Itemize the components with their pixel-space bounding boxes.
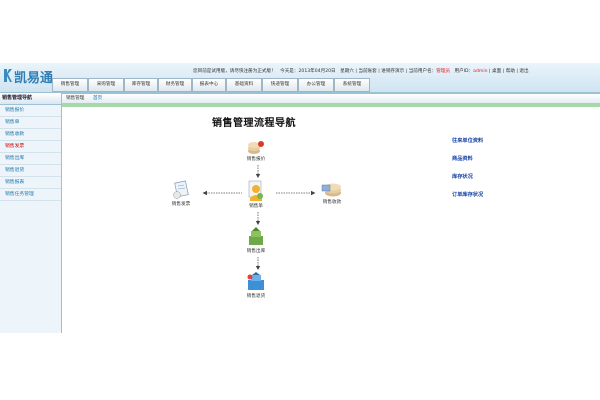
brand-name: 凯易通 <box>14 71 54 86</box>
sidebar-item-sales-return[interactable]: 销售退货 <box>0 165 61 177</box>
logo: 凯易通 <box>2 66 54 88</box>
app-window: 凯易通 您目前是试用版，请尽快注册为正式版！ 今天是：2013年04月20日 星… <box>0 63 600 334</box>
sidebar-item-sales-invoice[interactable]: 销售发票 <box>0 141 61 153</box>
outbound-boxes-icon <box>249 227 263 245</box>
tab-inventory[interactable]: 库存管理 <box>124 78 158 92</box>
tab-office[interactable]: 办公管理 <box>298 78 334 92</box>
coins-receipt-icon <box>321 183 341 197</box>
link-partner-data[interactable]: 往来单位资料 <box>452 137 483 144</box>
trial-notice: 您目前是试用版，请尽快注册为正式版！ <box>193 69 276 74</box>
flow-label-sales-invoice: 销售发票 <box>171 202 191 207</box>
flow-node-sales-quote[interactable]: 销售报价 <box>238 139 274 162</box>
breadcrumb-home-link[interactable]: 首页 <box>93 94 102 103</box>
return-boxes-icon <box>247 272 264 290</box>
link-stock-status[interactable]: 库存状况 <box>452 173 473 180</box>
breadcrumb-section: 销售管理 <box>66 96 85 101</box>
tab-purchase[interactable]: 采购管理 <box>88 78 124 92</box>
tab-sales[interactable]: 销售管理 <box>52 78 88 92</box>
flow-node-sales-outbound[interactable]: 销售出库 <box>238 227 274 254</box>
sidebar-item-sales-quote[interactable]: 销售报价 <box>0 105 61 117</box>
top-status-bar: 您目前是试用版，请尽快注册为正式版！ 今天是：2013年04月20日 星期六 |… <box>193 69 529 74</box>
flow-node-sales-order[interactable]: 销售单 <box>238 180 274 209</box>
sidebar-title: 销售管理导航 <box>0 93 61 105</box>
invoice-document-icon <box>173 180 189 199</box>
flow-node-sales-invoice[interactable]: 销售发票 <box>163 180 199 207</box>
stack-coins-icon <box>248 141 264 154</box>
date-text: 今天是：2013年04月20日 <box>280 69 336 74</box>
link-order-stock-status[interactable]: 订单库存状况 <box>452 191 483 198</box>
main-content: 销售管理 首页 销售管理流程导航 销售报价 销售单 销售发票 销售收款 销售出库… <box>62 93 600 334</box>
sidebar-item-sales-report[interactable]: 销售报表 <box>0 177 61 189</box>
logo-icon <box>4 69 12 82</box>
flow-node-sales-return[interactable]: 销售退货 <box>238 272 274 299</box>
arrow-left-icon <box>202 190 242 196</box>
flow-label-sales-outbound: 销售出库 <box>246 249 266 254</box>
help-link[interactable]: 帮助 <box>506 69 515 74</box>
tab-finance[interactable]: 财务管理 <box>158 78 192 92</box>
tab-system[interactable]: 系统管理 <box>334 78 370 92</box>
current-user-label: 当前用户名： <box>408 69 437 74</box>
sidebar-item-sales-outbound[interactable]: 销售出库 <box>0 153 61 165</box>
sidebar: 销售管理导航 销售报价 销售单 销售收款 销售发票 销售出库 销售退货 销售报表… <box>0 93 62 333</box>
user-id-label: 用户ID： <box>454 69 474 74</box>
sales-order-icon <box>248 180 263 201</box>
link-product-data[interactable]: 商品资料 <box>452 155 473 162</box>
arrow-down-icon <box>255 165 261 178</box>
weekday-text: 星期六 <box>340 69 354 74</box>
flow-node-sales-receipt[interactable]: 销售收款 <box>314 180 350 205</box>
arrow-right-icon <box>276 190 316 196</box>
flow-label-sales-order: 销售单 <box>249 204 263 209</box>
flow-label-sales-receipt: 销售收款 <box>322 200 342 205</box>
desktop-link[interactable]: 桌面 <box>492 69 501 74</box>
flow-label-sales-return: 销售退货 <box>246 294 266 299</box>
tab-express[interactable]: 快递管理 <box>262 78 298 92</box>
header: 凯易通 您目前是试用版，请尽快注册为正式版！ 今天是：2013年04月20日 星… <box>0 63 600 93</box>
arrow-down-icon <box>255 212 261 225</box>
demo-account-link[interactable]: 进销存演示 <box>381 69 404 74</box>
tab-basic-data[interactable]: 基础资料 <box>226 78 262 92</box>
sidebar-item-sales-receipt[interactable]: 销售收款 <box>0 129 61 141</box>
current-user-value: 管理员 <box>436 69 451 74</box>
page-title: 销售管理流程导航 <box>212 118 296 129</box>
tab-reports[interactable]: 报表中心 <box>192 78 226 92</box>
user-id-value: admin <box>473 69 488 74</box>
sidebar-item-sales-order[interactable]: 销售单 <box>0 117 61 129</box>
flow-label-sales-quote: 销售报价 <box>246 157 266 162</box>
sidebar-item-sales-task[interactable]: 销售任务管理 <box>0 189 61 201</box>
arrow-down-icon <box>255 257 261 270</box>
current-account-label: 当前账套 <box>358 69 377 74</box>
logout-link[interactable]: 退出 <box>519 69 528 74</box>
green-divider <box>62 103 600 107</box>
